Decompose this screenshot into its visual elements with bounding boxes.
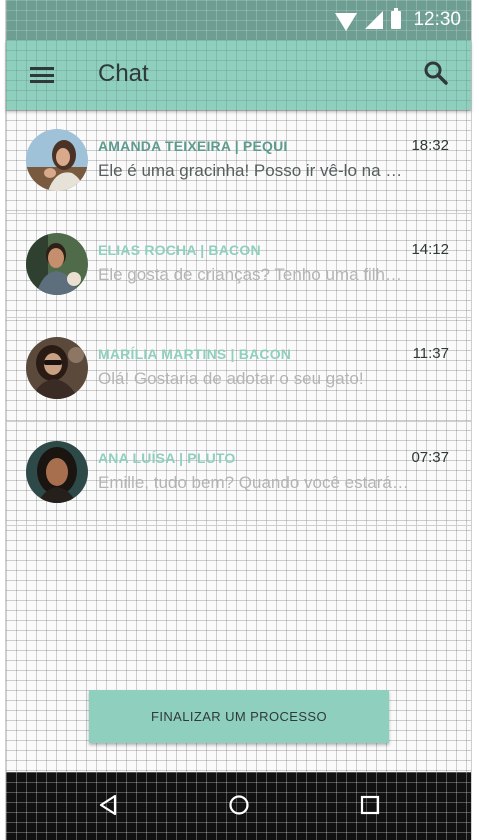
menu-icon[interactable] [30, 67, 54, 83]
nav-bar [6, 772, 471, 840]
chat-preview: Ele é uma gracinha! Posso ir vê-lo na pr… [98, 161, 410, 180]
back-icon[interactable] [98, 794, 120, 816]
wifi-icon [335, 13, 358, 31]
signal-icon [365, 11, 384, 29]
chat-preview: Olá! Gostaria de adotar o seu gato! [98, 369, 364, 388]
recent-apps-icon[interactable] [359, 794, 381, 816]
chat-item[interactable]: MARÍLIA MARTINS | BACON 11:37 Olá! Gosta… [6, 318, 471, 422]
frame-edge-right [471, 0, 479, 840]
chat-item[interactable]: ANA LUÍSA | PLUTO 07:37 Emille, tudo bem… [6, 422, 471, 526]
chat-time: 07:37 [411, 449, 449, 466]
chat-name: MARÍLIA MARTINS | BACON [98, 346, 292, 362]
chat-time: 14:12 [411, 241, 449, 258]
app-bar: Chat [6, 40, 471, 110]
avatar [26, 441, 88, 503]
avatar [26, 129, 88, 191]
search-icon[interactable] [423, 60, 449, 86]
status-time: 12:30 [413, 9, 461, 30]
finalize-process-button[interactable]: FINALIZAR UM PROCESSO [89, 690, 389, 743]
chat-name: ANA LUÍSA | PLUTO [98, 450, 236, 466]
home-icon[interactable] [228, 794, 250, 816]
chat-screen: 12:30 Chat AMANDA TEIXEIRA | PEQUI 18:32… [0, 0, 479, 840]
battery-icon [391, 8, 402, 29]
avatar [26, 337, 88, 399]
chat-preview: Ele gosta de crianças? Tenho uma filha p… [98, 265, 410, 284]
chat-name: ELIAS ROCHA | BACON [98, 242, 261, 258]
page-title: Chat [98, 60, 149, 87]
chat-item[interactable]: ELIAS ROCHA | BACON 14:12 Ele gosta de c… [6, 214, 471, 318]
chat-time: 18:32 [411, 137, 449, 154]
chat-preview: Emille, tudo bem? Quando você estará dis… [98, 473, 410, 492]
status-bar: 12:30 [6, 0, 471, 40]
chat-time: 11:37 [412, 345, 449, 362]
chat-name: AMANDA TEIXEIRA | PEQUI [98, 138, 288, 154]
chat-list: AMANDA TEIXEIRA | PEQUI 18:32 Ele é uma … [6, 110, 471, 526]
chat-item[interactable]: AMANDA TEIXEIRA | PEQUI 18:32 Ele é uma … [6, 110, 471, 214]
avatar [26, 233, 88, 295]
